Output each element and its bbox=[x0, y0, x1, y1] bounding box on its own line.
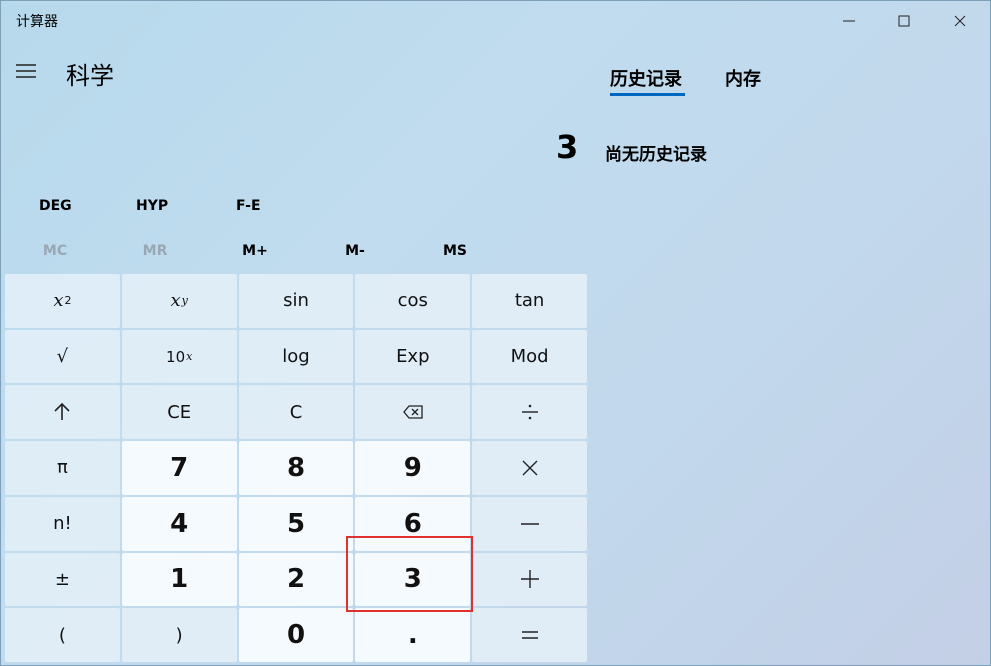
memory-clear-button[interactable]: MC bbox=[5, 243, 105, 259]
digit-8-button[interactable]: 8 bbox=[238, 441, 354, 495]
maximize-button[interactable] bbox=[876, 0, 932, 42]
negate-button[interactable]: ± bbox=[5, 552, 120, 607]
clear-button[interactable]: C bbox=[238, 385, 354, 440]
divide-button[interactable] bbox=[472, 385, 587, 440]
multiply-button[interactable] bbox=[472, 441, 587, 495]
memory-recall-button[interactable]: MR bbox=[105, 243, 205, 259]
digit-6-button[interactable]: 6 bbox=[355, 496, 471, 551]
close-icon bbox=[954, 15, 966, 27]
left-paren-button[interactable]: ( bbox=[5, 608, 120, 662]
equals-icon bbox=[521, 631, 538, 639]
digit-5-button[interactable]: 5 bbox=[238, 496, 354, 551]
backspace-button[interactable] bbox=[355, 385, 471, 440]
digit-9-button[interactable]: 9 bbox=[355, 441, 471, 495]
tab-memory[interactable]: 内存 bbox=[725, 65, 761, 91]
minus-icon bbox=[520, 523, 539, 525]
equals-button[interactable] bbox=[472, 608, 587, 662]
factorial-button[interactable]: n! bbox=[5, 496, 120, 551]
divide-icon bbox=[521, 404, 538, 420]
sin-button[interactable]: sin bbox=[238, 274, 354, 328]
square-button[interactable]: x2 bbox=[5, 274, 120, 328]
navigation-menu-button[interactable] bbox=[12, 58, 40, 84]
subtract-button[interactable] bbox=[472, 496, 587, 551]
clear-entry-button[interactable]: CE bbox=[121, 385, 237, 440]
multiply-icon bbox=[522, 460, 538, 476]
empty-history-message: 尚无历史记录 bbox=[605, 145, 707, 165]
second-function-button[interactable] bbox=[5, 385, 120, 440]
cos-button[interactable]: cos bbox=[355, 274, 471, 328]
tan-button[interactable]: tan bbox=[472, 274, 587, 328]
minimize-button[interactable] bbox=[821, 0, 877, 42]
tab-history[interactable]: 历史记录 bbox=[610, 65, 682, 91]
digit-4-button[interactable]: 4 bbox=[121, 496, 237, 551]
square-root-button[interactable]: √ bbox=[5, 329, 120, 384]
add-button[interactable] bbox=[472, 552, 587, 607]
pi-button[interactable]: π bbox=[5, 441, 120, 495]
calculator-mode-title: 科学 bbox=[66, 62, 114, 90]
memory-store-button[interactable]: MS bbox=[405, 243, 505, 259]
exp-button[interactable]: Exp bbox=[355, 329, 471, 384]
digit-3-button[interactable]: 3 bbox=[355, 552, 471, 607]
maximize-icon bbox=[898, 15, 910, 27]
hamburger-icon bbox=[16, 64, 36, 78]
digit-7-button[interactable]: 7 bbox=[121, 441, 237, 495]
memory-add-button[interactable]: M+ bbox=[205, 243, 305, 259]
power-button[interactable]: xy bbox=[121, 274, 237, 328]
fixed-exponent-button[interactable]: F-E bbox=[236, 198, 261, 214]
minimize-icon bbox=[843, 20, 855, 22]
plus-icon bbox=[520, 570, 539, 589]
ten-power-button[interactable]: 10 x bbox=[121, 329, 237, 384]
hyperbolic-button[interactable]: HYP bbox=[136, 198, 168, 214]
decimal-button[interactable]: . bbox=[355, 608, 471, 662]
result-display: 3 bbox=[556, 128, 579, 166]
angle-unit-button[interactable]: DEG bbox=[39, 198, 72, 214]
mod-button[interactable]: Mod bbox=[472, 329, 587, 384]
digit-2-button[interactable]: 2 bbox=[238, 552, 354, 607]
memory-subtract-button[interactable]: M- bbox=[305, 243, 405, 259]
right-paren-button[interactable]: ) bbox=[121, 608, 237, 662]
digit-0-button[interactable]: 0 bbox=[238, 608, 354, 662]
log-button[interactable]: log bbox=[238, 329, 354, 384]
active-tab-indicator bbox=[610, 93, 685, 96]
backspace-icon bbox=[402, 405, 423, 419]
title-bar: 计算器 bbox=[0, 0, 991, 42]
close-button[interactable] bbox=[932, 0, 988, 42]
digit-1-button[interactable]: 1 bbox=[121, 552, 237, 607]
keypad: x2 xy sin cos tan √ 10 x log Exp Mod CE C… bbox=[5, 274, 587, 662]
app-title: 计算器 bbox=[16, 14, 58, 30]
arrow-up-icon bbox=[54, 403, 70, 421]
